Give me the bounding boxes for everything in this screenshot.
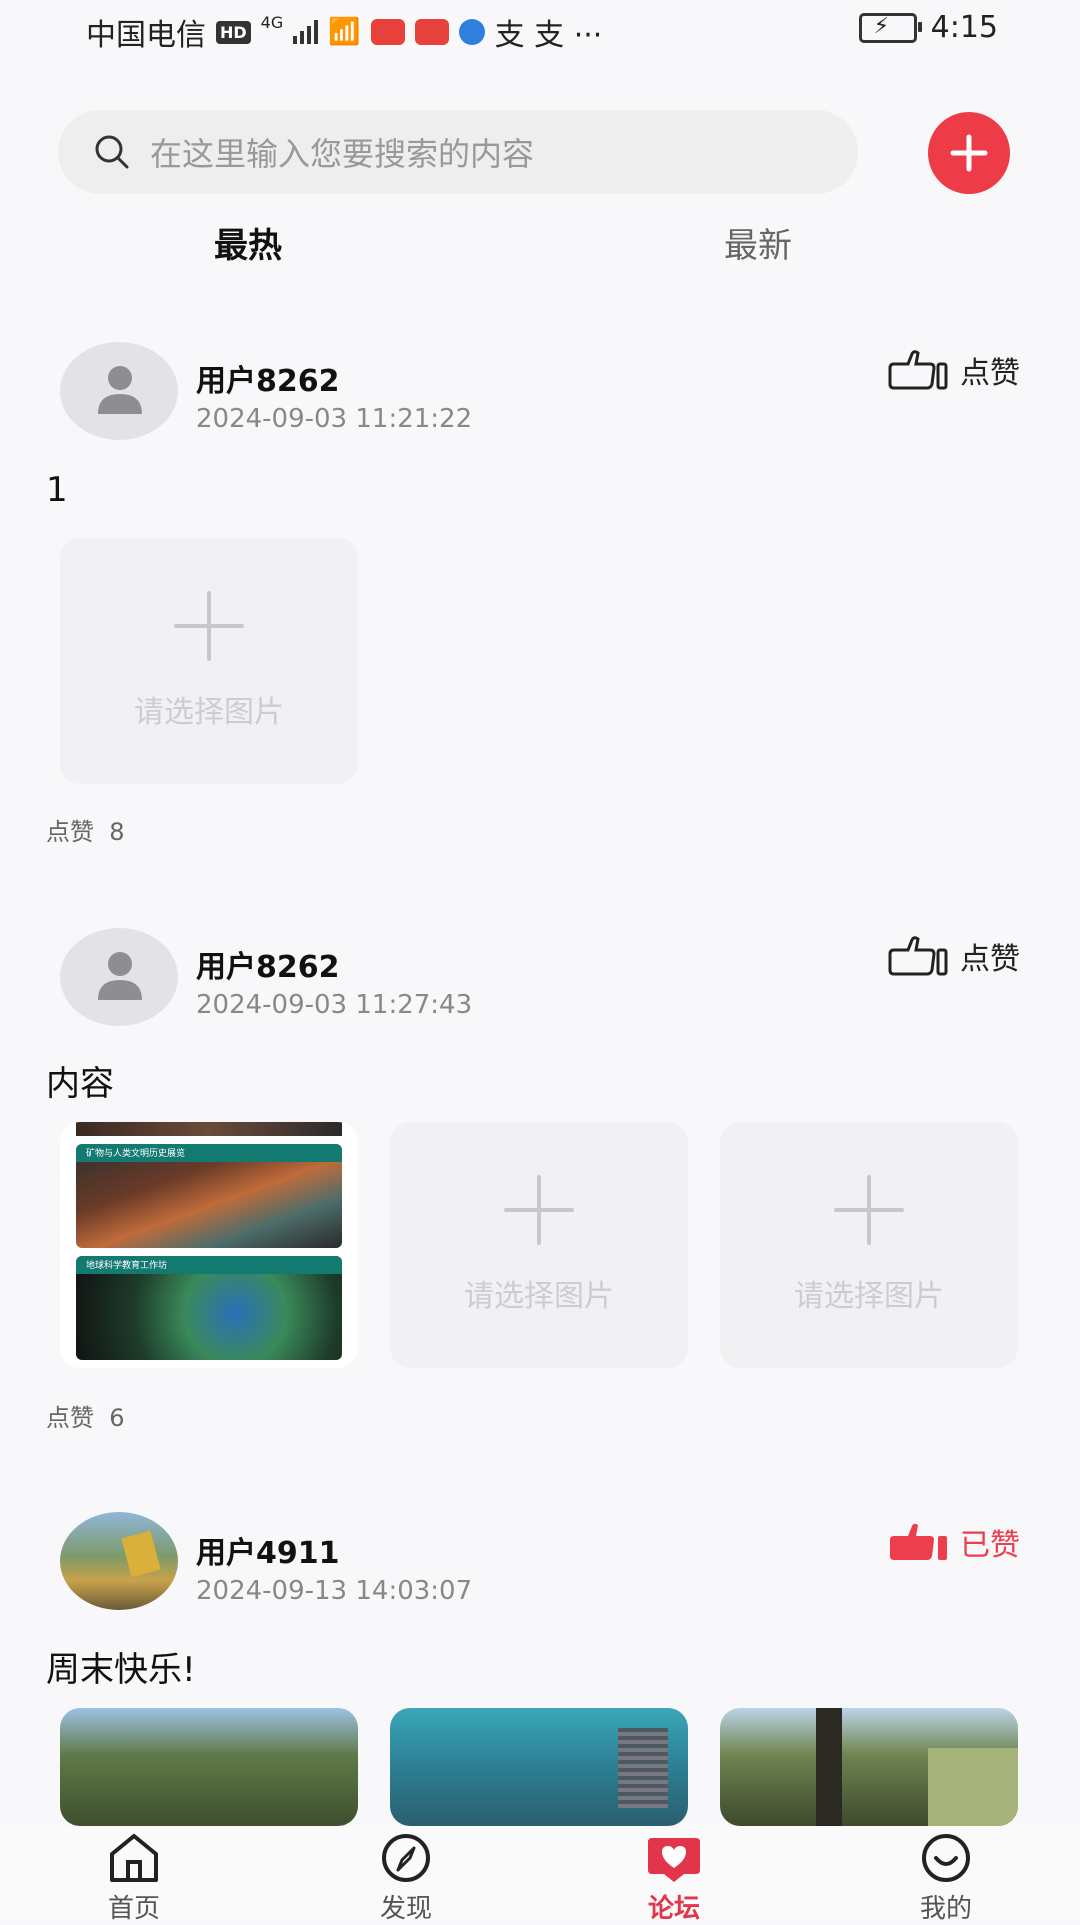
poster-title: 地球科学教育工作坊 bbox=[86, 1261, 168, 1271]
like-label: 点赞 bbox=[960, 942, 1020, 977]
likes-count-label: 点赞 bbox=[46, 1404, 94, 1432]
image-placeholder[interactable]: 请选择图片 bbox=[720, 1122, 1018, 1368]
forum-heart-icon bbox=[648, 1838, 700, 1882]
plus-icon bbox=[504, 1175, 574, 1245]
add-post-button[interactable] bbox=[928, 112, 1010, 194]
smile-icon bbox=[922, 1834, 970, 1882]
status-right: ⚡ 4:15 bbox=[858, 10, 998, 45]
nav-label: 发现 bbox=[379, 1894, 432, 1924]
thumbs-up-icon bbox=[888, 350, 948, 390]
image-placeholder-label: 请选择图片 bbox=[794, 1279, 944, 1314]
avatar[interactable] bbox=[60, 928, 178, 1026]
signal-icon bbox=[293, 20, 319, 44]
app-dot-icon bbox=[458, 19, 485, 45]
post-image[interactable] bbox=[720, 1708, 1018, 1826]
image-placeholder-label: 请选择图片 bbox=[464, 1279, 614, 1314]
app-badge-icon bbox=[370, 19, 405, 45]
post-content: 周末快乐! bbox=[46, 1650, 196, 1690]
post-content: 内容 bbox=[46, 1064, 114, 1104]
image-placeholder-label: 请选择图片 bbox=[134, 695, 284, 730]
image-placeholder[interactable]: 请选择图片 bbox=[60, 538, 358, 784]
poster-title: 矿物与人类文明历史展览 bbox=[86, 1149, 186, 1159]
like-label: 已赞 bbox=[960, 1528, 1020, 1563]
avatar[interactable] bbox=[60, 1512, 178, 1610]
nav-label: 我的 bbox=[919, 1894, 972, 1924]
person-icon bbox=[98, 366, 142, 414]
status-extra: 支 支 ··· bbox=[494, 18, 603, 53]
nav-label: 论坛 bbox=[647, 1894, 700, 1924]
like-button[interactable]: 点赞 bbox=[886, 934, 1020, 978]
person-icon bbox=[98, 952, 142, 1000]
search-bar[interactable]: 在这里输入您要搜索的内容 bbox=[58, 110, 858, 194]
home-icon bbox=[110, 1834, 158, 1882]
clock: 4:15 bbox=[930, 10, 998, 45]
like-button[interactable]: 点赞 bbox=[886, 348, 1020, 392]
nav-label: 首页 bbox=[107, 1894, 160, 1924]
post-username: 用户4911 bbox=[196, 1536, 340, 1571]
bottom-nav: 首页 发现 论坛 我的 bbox=[0, 1826, 1080, 1924]
plus-icon bbox=[834, 1175, 904, 1245]
likes-count-label: 点赞 bbox=[46, 818, 94, 846]
like-button[interactable]: 已赞 bbox=[886, 1520, 1020, 1564]
poster-strip bbox=[76, 1122, 342, 1136]
likes-count: 点赞 6 bbox=[46, 1398, 125, 1433]
poster-minerals: 矿物与人类文明历史展览 bbox=[76, 1144, 342, 1248]
thumbs-up-icon bbox=[888, 936, 948, 976]
post-content: 1 bbox=[46, 470, 68, 510]
thumbs-up-filled-icon bbox=[890, 1523, 947, 1560]
search-icon bbox=[95, 135, 129, 169]
post-time: 2024-09-03 11:27:43 bbox=[196, 990, 473, 1020]
wifi-icon: 📶 bbox=[328, 17, 361, 47]
tab-new[interactable]: 最新 bbox=[724, 218, 792, 267]
likes-count-value: 8 bbox=[109, 818, 125, 846]
avatar[interactable] bbox=[60, 342, 178, 440]
nav-item-forum[interactable]: 论坛 bbox=[604, 1826, 744, 1925]
status-bar: 中国电信 HD 4G 📶 支 支 ··· ⚡ 4:15 bbox=[0, 0, 1080, 62]
post-image[interactable]: 矿物与人类文明历史展览 地球科学教育工作坊 bbox=[60, 1122, 358, 1368]
post-time: 2024-09-13 14:03:07 bbox=[196, 1576, 473, 1606]
post-username: 用户8262 bbox=[196, 950, 340, 985]
hd-badge: HD bbox=[216, 20, 251, 44]
post-image[interactable] bbox=[60, 1708, 358, 1826]
compass-icon bbox=[382, 1834, 430, 1882]
like-label: 点赞 bbox=[960, 356, 1020, 391]
post-image[interactable] bbox=[390, 1708, 688, 1826]
network-label: 4G bbox=[260, 12, 284, 32]
nav-item-mine[interactable]: 我的 bbox=[876, 1826, 1016, 1925]
post-username: 用户8262 bbox=[196, 364, 340, 399]
poster-earth: 地球科学教育工作坊 bbox=[76, 1256, 342, 1360]
nav-item-home[interactable]: 首页 bbox=[64, 1826, 204, 1925]
image-placeholder[interactable]: 请选择图片 bbox=[390, 1122, 688, 1368]
feed-tabs: 最热 最新 bbox=[0, 218, 1080, 278]
app-badge-icon bbox=[414, 19, 449, 45]
likes-count: 点赞 8 bbox=[46, 812, 125, 847]
nav-item-discover[interactable]: 发现 bbox=[336, 1826, 476, 1925]
carrier-label: 中国电信 bbox=[86, 18, 206, 53]
status-left: 中国电信 HD 4G 📶 支 支 ··· bbox=[86, 10, 602, 54]
post-time: 2024-09-03 11:21:22 bbox=[196, 404, 473, 434]
search-placeholder: 在这里输入您要搜索的内容 bbox=[150, 135, 535, 173]
tab-hot[interactable]: 最热 bbox=[214, 218, 282, 267]
plus-icon bbox=[950, 134, 988, 172]
battery-icon: ⚡ bbox=[858, 12, 922, 43]
plus-icon bbox=[174, 591, 244, 661]
likes-count-value: 6 bbox=[109, 1404, 125, 1432]
